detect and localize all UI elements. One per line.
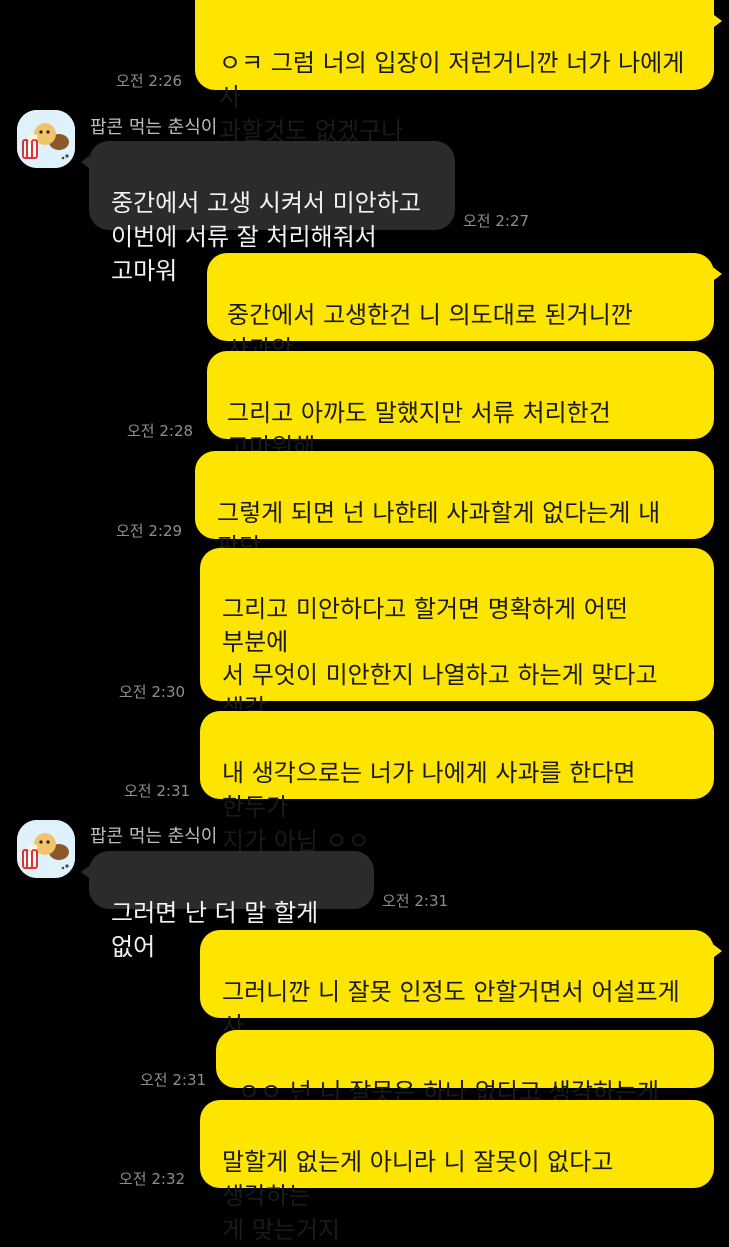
my-message-bubble[interactable]: 말할게 없는게 아니라 니 잘못이 없다고 생각하는 게 맞는거지 — [200, 1100, 714, 1244]
chunsik-popcorn-icon — [17, 820, 75, 878]
message-time: 오전 2:31 — [382, 892, 449, 910]
message-time: 오전 2:28 — [127, 422, 194, 440]
sender-name: 팝콘 먹는 춘식이 — [90, 117, 218, 138]
message-time: 오전 2:29 — [116, 522, 183, 540]
their-message-bubble[interactable]: 중간에서 고생 시켜서 미안하고 이번에 서류 잘 처리해줘서 고마워 — [81, 141, 455, 285]
sender-avatar[interactable] — [17, 820, 75, 878]
their-message-bubble[interactable]: 그러면 난 더 말 할게 없어 — [81, 851, 374, 961]
message-text: ㅇㅋ 그럼 너의 입장이 저런거니깐 너가 나에게 사 과할것도 없겠구나 — [219, 49, 685, 145]
message-time: 오전 2:26 — [116, 72, 183, 90]
chunsik-popcorn-icon — [17, 110, 75, 168]
message-time: 오전 2:32 — [119, 1170, 186, 1188]
message-time: 오전 2:30 — [119, 683, 186, 701]
my-message-bubble[interactable]: 그렇게 되면 넌 나한테 사과할게 없다는게 내 판단 인데 — [195, 451, 714, 595]
my-message-bubble[interactable]: 그러니깐 니 잘못 인정도 안할거면서 어설프게 사 과할 생각하지마셈 — [200, 930, 722, 1074]
message-text: 내 생각으로는 너가 나에게 사과를 한다면 한두가 지가 아님 ㅇㅇ — [222, 759, 636, 855]
my-message-bubble[interactable]: ㅇㅇ 넌 니 잘못은 하나 없다고 생각하는게 맞음 — [216, 1030, 714, 1140]
my-message-bubble[interactable]: ㅇㅋ 그럼 너의 입장이 저런거니깐 너가 나에게 사 과할것도 없겠구나 — [195, 0, 722, 145]
message-time: 오전 2:31 — [124, 782, 191, 800]
sender-avatar[interactable] — [17, 110, 75, 168]
my-message-bubble[interactable]: 내 생각으로는 너가 나에게 사과를 한다면 한두가 지가 아님 ㅇㅇ — [200, 711, 714, 855]
my-message-bubble[interactable]: 그리고 미안하다고 할거면 명확하게 어떤 부분에 서 무엇이 미안한지 나열하… — [200, 548, 714, 788]
message-time: 오전 2:31 — [140, 1071, 207, 1089]
sender-name: 팝콘 먹는 춘식이 — [90, 826, 218, 847]
my-message-bubble[interactable]: 그리고 아까도 말했지만 서류 처리한건 고마워해 야할게 아니라 미안해야하는… — [207, 351, 714, 495]
my-message-bubble[interactable]: 중간에서 고생한건 니 의도대로 된거니깐 사과안 해도 되는거 아님? — [207, 253, 722, 397]
message-text: 말할게 없는게 아니라 니 잘못이 없다고 생각하는 게 맞는거지 — [222, 1148, 614, 1244]
message-time: 오전 2:27 — [463, 212, 530, 230]
